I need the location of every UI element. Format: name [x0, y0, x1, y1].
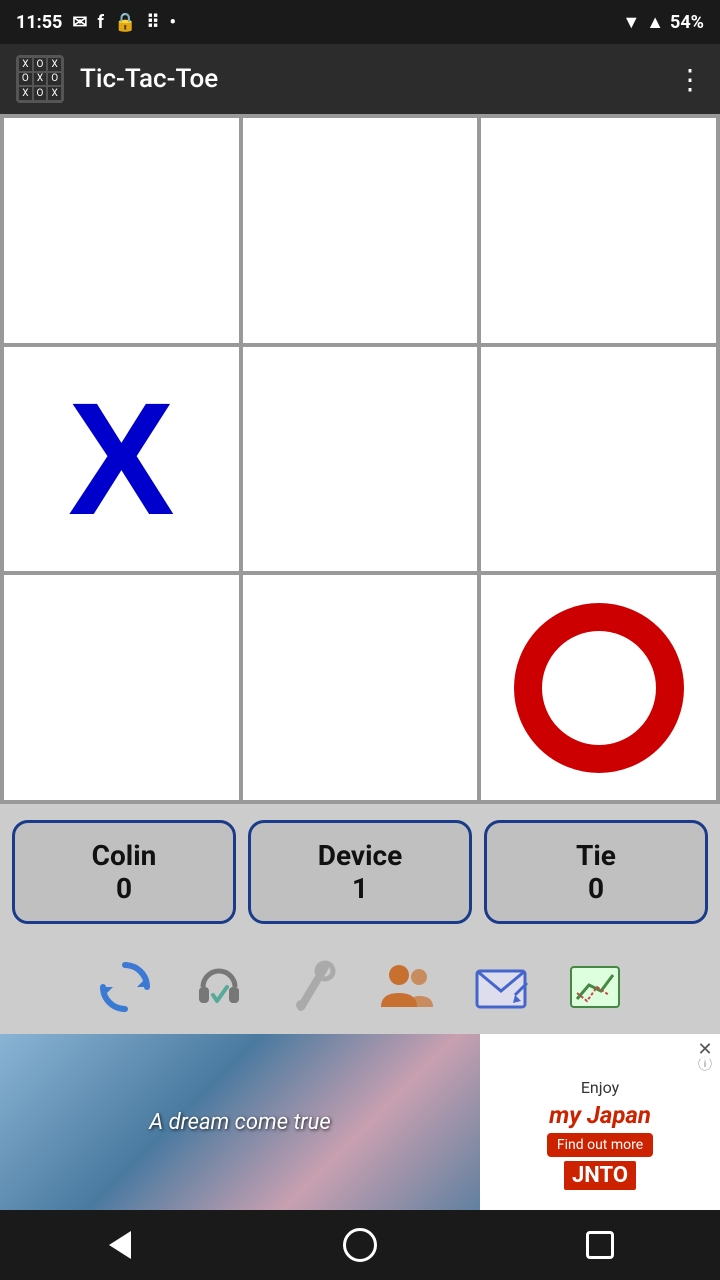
cell-1-2[interactable] [479, 345, 718, 574]
status-right: ▼ ▲ 54% [622, 12, 704, 33]
icon-cell: X [47, 57, 62, 72]
icon-cell: X [33, 72, 48, 87]
ad-header: ⓘ ✕ [488, 1054, 712, 1074]
player1-name: Colin [92, 839, 157, 872]
device-score-card: Device 1 [248, 820, 472, 924]
nav-bar [0, 1210, 720, 1280]
gmail-icon: ✉ [72, 12, 87, 33]
icon-cell: X [18, 57, 33, 72]
battery-display: 54% [670, 12, 704, 33]
back-icon [109, 1231, 131, 1259]
status-bar: 11:55 ✉ f 🔒 ⠿ • ▼ ▲ 54% [0, 0, 720, 44]
o-mark [514, 603, 684, 773]
icon-cell: O [33, 86, 48, 101]
mail-icon [471, 957, 531, 1017]
player1-score: 0 [116, 872, 132, 905]
cell-2-2[interactable] [479, 573, 718, 802]
refresh-icon [95, 957, 155, 1017]
icon-cell: O [47, 72, 62, 87]
players-button[interactable] [372, 952, 442, 1022]
signal-icon: ▲ [646, 12, 664, 33]
cell-1-0[interactable]: X [2, 345, 241, 574]
icon-cell: X [18, 86, 33, 101]
cell-0-0[interactable] [2, 116, 241, 345]
device-score: 1 [352, 872, 368, 905]
chart-icon [565, 957, 625, 1017]
ad-enjoy-text: Enjoy [581, 1078, 619, 1097]
game-board: X [0, 114, 720, 804]
action-buttons-bar [0, 940, 720, 1034]
back-button[interactable] [95, 1220, 145, 1270]
settings-button[interactable] [278, 952, 348, 1022]
overflow-menu-button[interactable]: ⋮ [676, 63, 704, 96]
ad-jnto-label: JNTO [564, 1161, 636, 1190]
cell-2-0[interactable] [2, 573, 241, 802]
ad-image: A dream come true [0, 1034, 480, 1210]
lock-icon: 🔒 [114, 12, 136, 33]
facebook-icon: f [97, 12, 103, 33]
ad-myjapan-text: my Japan [549, 1101, 651, 1129]
bullet-icon: • [170, 12, 176, 33]
tie-score: 0 [588, 872, 604, 905]
cell-2-1[interactable] [241, 573, 480, 802]
ad-tagline: A dream come true [149, 1110, 330, 1135]
ad-banner[interactable]: A dream come true ⓘ ✕ Enjoy my Japan Fin… [0, 1034, 720, 1210]
wrench-icon [283, 957, 343, 1017]
headset-icon [189, 957, 249, 1017]
wifi-icon: ▼ [622, 12, 640, 33]
chart-button[interactable] [560, 952, 630, 1022]
tie-score-card: Tie 0 [484, 820, 708, 924]
mail-button[interactable] [466, 952, 536, 1022]
cell-1-1[interactable] [241, 345, 480, 574]
ad-findmore-button[interactable]: Find out more [547, 1133, 653, 1157]
app-icon: X O X O X O X O X [16, 55, 64, 103]
people-icon [377, 957, 437, 1017]
headset-button[interactable] [184, 952, 254, 1022]
device-name: Device [318, 839, 402, 872]
recents-button[interactable] [575, 1220, 625, 1270]
status-left: 11:55 ✉ f 🔒 ⠿ • [16, 12, 176, 33]
app-title: Tic-Tac-Toe [80, 64, 660, 94]
home-icon [343, 1228, 377, 1262]
x-mark: X [68, 379, 175, 539]
tie-name: Tie [576, 839, 616, 872]
time-display: 11:55 [16, 12, 62, 33]
icon-cell: O [18, 72, 33, 87]
cell-0-2[interactable] [479, 116, 718, 345]
refresh-button[interactable] [90, 952, 160, 1022]
home-button[interactable] [335, 1220, 385, 1270]
app-bar: X O X O X O X O X Tic-Tac-Toe ⋮ [0, 44, 720, 114]
icon-cell: O [33, 57, 48, 72]
recents-icon [586, 1231, 614, 1259]
score-section: Colin 0 Device 1 Tie 0 [0, 804, 720, 940]
cell-0-1[interactable] [241, 116, 480, 345]
dots-icon: ⠿ [146, 12, 159, 33]
ad-close-button[interactable]: ✕ [694, 1038, 716, 1060]
player1-score-card: Colin 0 [12, 820, 236, 924]
icon-cell: X [47, 86, 62, 101]
ad-content: ⓘ ✕ Enjoy my Japan Find out more JNTO [480, 1034, 720, 1210]
